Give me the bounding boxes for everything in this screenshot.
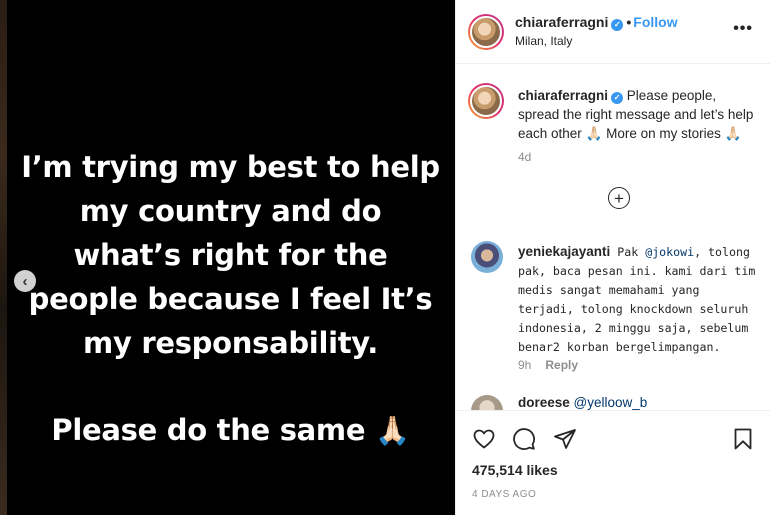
previous-image-edge <box>0 0 7 515</box>
comment-avatar[interactable] <box>471 241 503 273</box>
image-text-line: people because I feel It’s <box>28 282 433 316</box>
image-text-line: what’s right for the <box>73 238 388 272</box>
avatar[interactable] <box>468 14 504 50</box>
caption-text-b: More on my stories <box>602 126 725 141</box>
comment-mention[interactable]: @yelloow_b <box>574 395 648 410</box>
image-text-line: my country and do <box>79 194 382 228</box>
bookmark-icon[interactable] <box>731 427 755 451</box>
comment-text-pre: Pak <box>610 245 646 259</box>
share-icon[interactable] <box>553 427 577 451</box>
verified-badge-icon: ✓ <box>611 19 624 31</box>
comment-timestamp[interactable]: 9h <box>518 358 531 372</box>
comment-icon[interactable] <box>512 427 536 451</box>
caption-text: chiaraferragni ✓ Please people, spread th… <box>518 86 758 143</box>
comment-mention[interactable]: @jokowi <box>645 245 694 259</box>
previous-slide-button[interactable]: ‹ <box>14 270 36 292</box>
post-media[interactable]: I’m trying my best to help my country an… <box>0 0 455 515</box>
heart-icon[interactable] <box>472 427 496 451</box>
image-text-line-last: Please do the same 🙏🏻 <box>18 408 443 453</box>
plus-circle-icon[interactable]: + <box>608 187 630 209</box>
praying-hands-icon: 🙏🏻 <box>724 126 742 141</box>
avatar-image <box>470 16 502 48</box>
post-date[interactable]: 4 DAYS AGO <box>472 489 536 500</box>
caption-username[interactable]: chiaraferragni <box>518 88 608 103</box>
header-username[interactable]: chiaraferragni <box>515 14 608 30</box>
praying-hands-icon: 🙏🏻 <box>375 414 410 447</box>
image-text-please: Please do the same <box>51 413 366 447</box>
image-text-line: my responsability. <box>83 326 378 360</box>
post-actions: 475,514 likes 4 DAYS AGO <box>456 410 770 515</box>
comment-text: doreese @yelloow_b <box>518 395 647 410</box>
praying-hands-icon: 🙏🏻 <box>585 126 603 141</box>
comment-meta: 9h Reply <box>518 358 578 372</box>
comment-avatar[interactable] <box>471 395 503 410</box>
comment-username[interactable]: doreese <box>518 395 570 410</box>
image-text-line: I’m trying my best to help <box>21 150 440 184</box>
follow-button[interactable]: Follow <box>633 14 677 30</box>
avatar-image <box>471 395 503 410</box>
comment-username[interactable]: yeniekajayanti <box>518 244 610 259</box>
caption-avatar[interactable] <box>468 83 504 119</box>
more-options-icon[interactable]: ••• <box>733 20 753 38</box>
avatar-image <box>470 85 502 117</box>
chevron-left-icon: ‹ <box>22 272 28 290</box>
post-side-panel: chiaraferragni ✓ • Follow Milan, Italy ••• … <box>455 0 770 515</box>
comment-text-post: , tolong pak, baca pesan ini. kami dari … <box>518 245 756 354</box>
comments-section[interactable]: chiaraferragni ✓ Please people, spread th… <box>456 65 770 410</box>
reply-button[interactable]: Reply <box>545 358 578 372</box>
post-image-text: I’m trying my best to help my country an… <box>18 145 443 453</box>
verified-badge-icon: ✓ <box>611 92 624 104</box>
caption-timestamp[interactable]: 4d <box>518 150 531 164</box>
separator-dot: • <box>626 14 632 30</box>
location-link[interactable]: Milan, Italy <box>515 34 572 48</box>
comment-text: yeniekajayanti Pak @jokowi, tolong pak, … <box>518 242 758 357</box>
header-username-row: chiaraferragni ✓ • Follow <box>515 14 678 31</box>
post-header: chiaraferragni ✓ • Follow Milan, Italy ••• <box>456 0 770 64</box>
likes-count[interactable]: 475,514 likes <box>472 462 558 478</box>
avatar-image <box>471 241 503 273</box>
image-text-gap <box>18 365 443 408</box>
